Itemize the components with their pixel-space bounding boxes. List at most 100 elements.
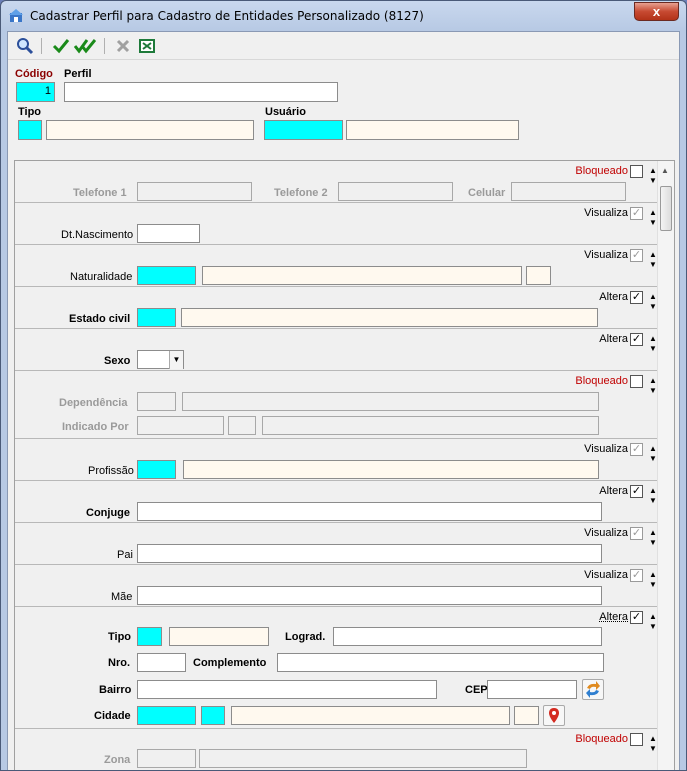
flag-label: Bloqueado <box>575 375 628 387</box>
profissao-description <box>183 460 599 479</box>
dependencia-code-field[interactable] <box>137 392 176 411</box>
perfil-label: Perfil <box>64 68 92 80</box>
endereco-tipo-description <box>169 627 269 646</box>
section-pai: Visualiza ✓ ▲ ▼ Pai <box>15 523 658 565</box>
estado-civil-code-field[interactable] <box>137 308 176 327</box>
cidade-extra <box>514 706 539 725</box>
zona-label: Zona <box>104 754 131 766</box>
celular-field[interactable] <box>511 182 626 201</box>
swap-arrows-icon <box>586 681 600 698</box>
cep-lookup-button[interactable] <box>582 679 604 700</box>
telefone1-label: Telefone 1 <box>73 187 127 199</box>
chevron-down-icon[interactable]: ▼ <box>169 351 183 369</box>
flag-checkbox[interactable]: ✓ <box>630 527 643 540</box>
toolbar-separator <box>41 38 42 54</box>
telefone2-field[interactable] <box>338 182 453 201</box>
map-pin-icon <box>549 708 559 723</box>
flag-checkbox[interactable] <box>630 165 643 178</box>
section-contato: Bloqueado ▲ ▼ Telefone 1 Telefone 2 Celul… <box>15 161 658 203</box>
flag-label: Altera <box>599 333 628 345</box>
naturalidade-description <box>202 266 522 285</box>
complemento-field[interactable] <box>277 653 604 672</box>
telefone2-label: Telefone 2 <box>274 187 328 199</box>
flag-label: Altera <box>599 611 628 623</box>
tipo-field[interactable] <box>18 120 42 140</box>
endereco-tipo-field[interactable] <box>137 627 162 646</box>
check-icon[interactable] <box>52 37 70 55</box>
app-icon <box>9 9 23 22</box>
vertical-scrollbar[interactable]: ▲ <box>657 161 674 770</box>
flag-checkbox[interactable]: ✓ <box>630 485 643 498</box>
usuario-description <box>346 120 519 140</box>
nascimento-field[interactable] <box>137 224 200 243</box>
logradouro-label: Lograd. <box>285 631 326 643</box>
x-icon[interactable] <box>114 37 132 55</box>
conjuge-field[interactable] <box>137 502 602 521</box>
indicado-por-description <box>262 416 599 435</box>
flag-label: Visualiza <box>584 249 628 261</box>
cep-field[interactable] <box>487 680 577 699</box>
flag-checkbox[interactable]: ✓ <box>630 443 643 456</box>
sexo-label: Sexo <box>104 355 131 367</box>
indicado-por-field[interactable] <box>137 416 224 435</box>
pai-label: Pai <box>117 549 133 561</box>
map-pin-button[interactable] <box>543 705 565 726</box>
flag-label: Altera <box>599 291 628 303</box>
mae-field[interactable] <box>137 586 602 605</box>
cidade-code-field[interactable] <box>137 706 196 725</box>
excel-icon[interactable] <box>138 37 156 55</box>
flag-checkbox[interactable]: ✓ <box>630 611 643 624</box>
estado-civil-description <box>181 308 598 327</box>
section-zona: Bloqueado ▲ ▼ Zona <box>15 729 658 770</box>
usuario-label: Usuário <box>265 106 306 118</box>
tipo-label: Tipo <box>18 106 42 118</box>
celular-label: Celular <box>468 187 506 199</box>
flag-label: Bloqueado <box>575 733 628 745</box>
flag-label: Visualiza <box>584 207 628 219</box>
close-button[interactable]: x <box>634 2 679 21</box>
zona-code-field[interactable] <box>137 749 196 768</box>
telefone1-field[interactable] <box>137 182 252 201</box>
usuario-field[interactable] <box>264 120 343 140</box>
cidade-label: Cidade <box>94 710 131 722</box>
cidade-description <box>231 706 510 725</box>
endereco-tipo-label: Tipo <box>108 631 132 643</box>
sexo-select[interactable]: ▼ <box>137 350 184 369</box>
flag-checkbox[interactable] <box>630 375 643 388</box>
section-conjuge: Altera ✓ ▲ ▼ Conjuge <box>15 481 658 523</box>
bairro-field[interactable] <box>137 680 437 699</box>
bairro-label: Bairro <box>99 684 132 696</box>
cidade-uf-field[interactable] <box>201 706 225 725</box>
flag-checkbox[interactable]: ✓ <box>630 291 643 304</box>
flag-checkbox[interactable] <box>630 733 643 746</box>
toolbar-separator <box>104 38 105 54</box>
cep-label: CEP <box>465 684 488 696</box>
flag-label: Visualiza <box>584 443 628 455</box>
section-mae: Visualiza ✓ ▲ ▼ Mãe <box>15 565 658 607</box>
estado-civil-label: Estado civil <box>69 313 131 325</box>
double-check-icon[interactable] <box>74 37 96 55</box>
perfil-field[interactable] <box>64 82 338 102</box>
numero-label: Nro. <box>108 657 130 669</box>
scroll-thumb[interactable] <box>660 186 672 231</box>
numero-field[interactable] <box>137 653 186 672</box>
logradouro-field[interactable] <box>333 627 602 646</box>
codigo-field[interactable]: 1 <box>16 82 55 102</box>
flag-checkbox[interactable]: ✓ <box>630 207 643 220</box>
magnifier-icon[interactable] <box>16 37 34 55</box>
mae-label: Mãe <box>111 591 133 603</box>
naturalidade-code-field[interactable] <box>137 266 196 285</box>
flag-checkbox[interactable]: ✓ <box>630 569 643 582</box>
section-naturalidade: Visualiza ✓ ▲ ▼ Naturalidade <box>15 245 658 287</box>
flag-checkbox[interactable]: ✓ <box>630 249 643 262</box>
profissao-code-field[interactable] <box>137 460 176 479</box>
window-title: Cadastrar Perfil para Cadastro de Entida… <box>30 9 424 23</box>
client-area: Código 1 Perfil Tipo Usuário Bloqueado ▲… <box>7 31 680 770</box>
scroll-up-icon[interactable]: ▲ <box>661 166 669 175</box>
pai-field[interactable] <box>137 544 602 563</box>
flag-checkbox[interactable]: ✓ <box>630 333 643 346</box>
indicado-por-label: Indicado Por <box>62 421 129 433</box>
complemento-label: Complemento <box>193 657 267 669</box>
naturalidade-uf <box>526 266 551 285</box>
conjuge-label: Conjuge <box>86 507 130 519</box>
